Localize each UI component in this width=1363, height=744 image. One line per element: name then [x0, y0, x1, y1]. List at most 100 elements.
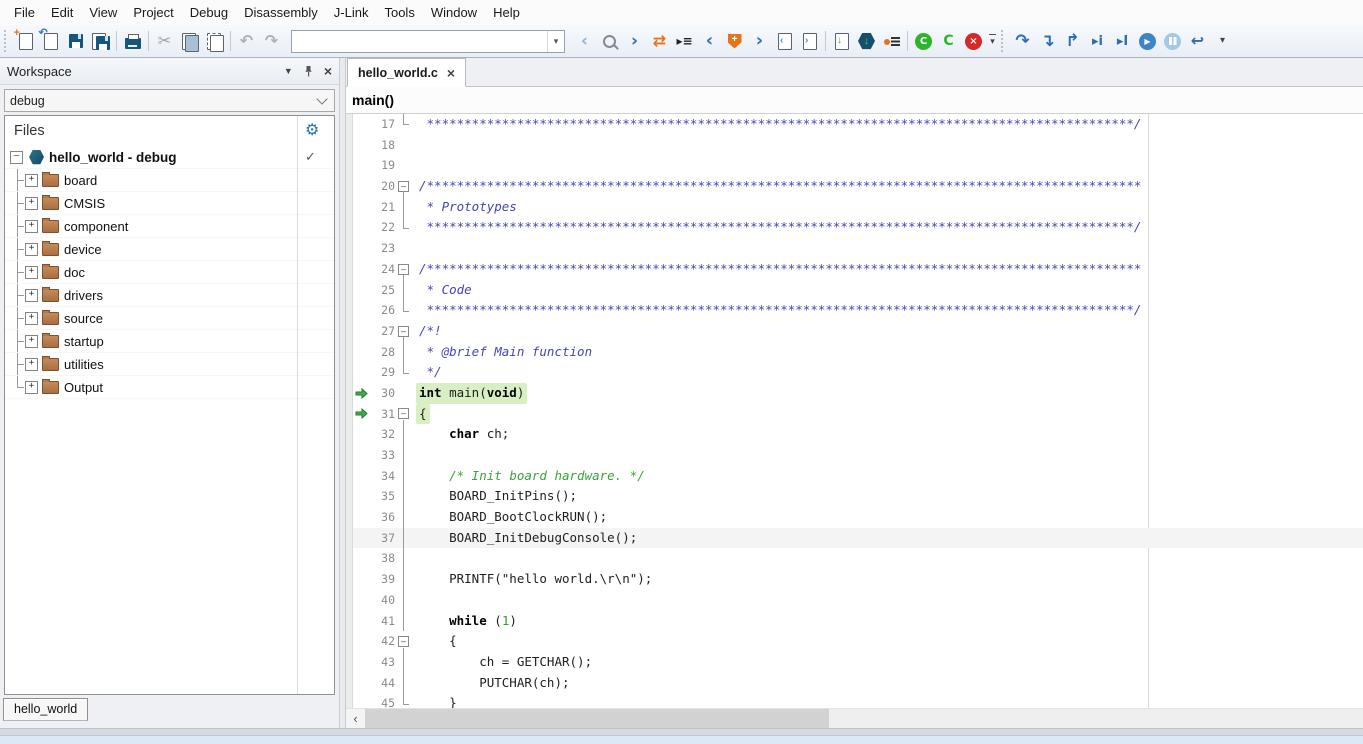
- breakpoint-gutter[interactable]: [346, 611, 353, 632]
- go-button[interactable]: ▶: [1135, 29, 1160, 54]
- undo-icon[interactable]: ↶: [234, 29, 259, 54]
- code-text[interactable]: [413, 238, 419, 259]
- breakpoint-gutter[interactable]: [346, 424, 353, 445]
- breakpoint-gutter[interactable]: [346, 590, 353, 611]
- code-line-31[interactable]: 31 {: [346, 404, 1363, 425]
- line-number[interactable]: 19: [369, 155, 395, 176]
- tree-item-startup[interactable]: +startup: [5, 330, 334, 353]
- expand-icon[interactable]: +: [25, 335, 38, 348]
- code-text[interactable]: * @brief Main function: [413, 342, 592, 363]
- code-line-40[interactable]: 40: [346, 590, 1363, 611]
- breakpoint-gutter[interactable]: [346, 548, 353, 569]
- close-icon[interactable]: ×: [324, 63, 332, 79]
- breakpoint-gutter[interactable]: [346, 631, 353, 652]
- scrollbar-thumb[interactable]: [365, 709, 829, 728]
- code-line-41[interactable]: 41 while (1): [346, 611, 1363, 632]
- debug-dropdown-icon[interactable]: ▾: [1210, 29, 1235, 54]
- breakpoint-gutter[interactable]: [346, 259, 353, 280]
- code-text[interactable]: }: [413, 693, 457, 708]
- reset-icon[interactable]: ↩: [1185, 29, 1210, 54]
- code-text[interactable]: [413, 155, 419, 176]
- code-line-36[interactable]: 36 BOARD_BootClockRUN();: [346, 507, 1363, 528]
- tree-item-source[interactable]: +source: [5, 307, 334, 330]
- line-number[interactable]: 35: [369, 486, 395, 507]
- breakpoint-gutter[interactable]: [346, 652, 353, 673]
- copy-icon[interactable]: [177, 29, 202, 54]
- fold-marker[interactable]: [395, 631, 413, 652]
- menu-disassembly[interactable]: Disassembly: [236, 2, 326, 23]
- breakpoint-gutter[interactable]: [346, 528, 353, 549]
- gear-icon[interactable]: ⚙: [305, 120, 319, 140]
- code-line-35[interactable]: 35 BOARD_InitPins();: [346, 486, 1363, 507]
- code-text[interactable]: */: [413, 362, 442, 383]
- line-number[interactable]: 23: [369, 238, 395, 259]
- code-text[interactable]: int main(void): [413, 383, 527, 404]
- expand-icon[interactable]: +: [25, 358, 38, 371]
- code-line-19[interactable]: 19: [346, 155, 1363, 176]
- code-line-22[interactable]: 22 *************************************…: [346, 217, 1363, 238]
- search-icon[interactable]: [597, 29, 622, 54]
- collapse-icon[interactable]: –: [10, 151, 23, 164]
- breakpoint-gutter[interactable]: [346, 673, 353, 694]
- next-statement-icon[interactable]: ▸i: [1085, 29, 1110, 54]
- configuration-dropdown[interactable]: debug: [4, 89, 335, 112]
- code-line-26[interactable]: 26 *************************************…: [346, 300, 1363, 321]
- menu-view[interactable]: View: [81, 2, 125, 23]
- breakpoint-gutter[interactable]: [346, 404, 353, 425]
- code-text[interactable]: {: [413, 404, 430, 425]
- line-number[interactable]: 29: [369, 362, 395, 383]
- code-text[interactable]: * Code: [413, 280, 472, 301]
- code-line-32[interactable]: 32 char ch;: [346, 424, 1363, 445]
- previous-document-icon[interactable]: ‹: [772, 29, 797, 54]
- line-number[interactable]: 33: [369, 445, 395, 466]
- tree-item-drivers[interactable]: +drivers: [5, 284, 334, 307]
- open-file-icon[interactable]: ↶: [38, 29, 63, 54]
- line-number[interactable]: 38: [369, 548, 395, 569]
- search-prev-icon[interactable]: ‹: [572, 29, 597, 54]
- step-over-icon[interactable]: ↷: [1010, 29, 1035, 54]
- menu-window[interactable]: Window: [423, 2, 485, 23]
- expand-icon[interactable]: +: [25, 220, 38, 233]
- line-number[interactable]: 43: [369, 652, 395, 673]
- code-text[interactable]: ****************************************…: [413, 217, 1141, 238]
- code-line-18[interactable]: 18: [346, 135, 1363, 156]
- breakpoint-gutter[interactable]: [346, 135, 353, 156]
- line-number[interactable]: 28: [369, 342, 395, 363]
- code-text[interactable]: [413, 445, 419, 466]
- line-number[interactable]: 32: [369, 424, 395, 445]
- breakpoint-gutter[interactable]: [346, 217, 353, 238]
- line-number[interactable]: 34: [369, 466, 395, 487]
- code-line-37[interactable]: 37 BOARD_InitDebugConsole();: [346, 528, 1363, 549]
- line-number[interactable]: 22: [369, 217, 395, 238]
- code-text[interactable]: BOARD_BootClockRUN();: [413, 507, 607, 528]
- break-button[interactable]: [1160, 29, 1185, 54]
- fold-marker[interactable]: [395, 321, 413, 342]
- horizontal-scrollbar[interactable]: ‹: [346, 708, 1363, 728]
- code-line-29[interactable]: 29 */: [346, 362, 1363, 383]
- tree-item-device[interactable]: +device: [5, 238, 334, 261]
- code-line-23[interactable]: 23: [346, 238, 1363, 259]
- code-text[interactable]: {: [413, 631, 457, 652]
- download-and-debug-icon[interactable]: ↓: [854, 29, 879, 54]
- expand-icon[interactable]: +: [25, 289, 38, 302]
- code-line-44[interactable]: 44 PUTCHAR(ch);: [346, 673, 1363, 694]
- breakpoint-gutter[interactable]: [346, 445, 353, 466]
- code-line-17[interactable]: 17 *************************************…: [346, 114, 1363, 135]
- code-line-45[interactable]: 45 }: [346, 693, 1363, 708]
- breakpoint-gutter[interactable]: [346, 197, 353, 218]
- step-out-icon[interactable]: ↱: [1060, 29, 1085, 54]
- cut-icon[interactable]: ✂: [152, 29, 177, 54]
- menu-tools[interactable]: Tools: [376, 2, 422, 23]
- run-to-cursor-icon[interactable]: ▸I: [1110, 29, 1135, 54]
- line-number[interactable]: 31: [369, 404, 395, 425]
- search-next-icon[interactable]: ›: [622, 29, 647, 54]
- workspace-tab-hello-world[interactable]: hello_world: [3, 698, 88, 721]
- code-line-43[interactable]: 43 ch = GETCHAR();: [346, 652, 1363, 673]
- stop-icon[interactable]: ×: [961, 29, 986, 54]
- breakpoint-gutter[interactable]: [346, 693, 353, 708]
- expand-icon[interactable]: +: [25, 197, 38, 210]
- breakpoint-gutter[interactable]: [346, 383, 353, 404]
- tree-item-doc[interactable]: +doc: [5, 261, 334, 284]
- code-text[interactable]: PRINTF("hello world.\r\n");: [413, 569, 652, 590]
- breakpoint-gutter[interactable]: [346, 569, 353, 590]
